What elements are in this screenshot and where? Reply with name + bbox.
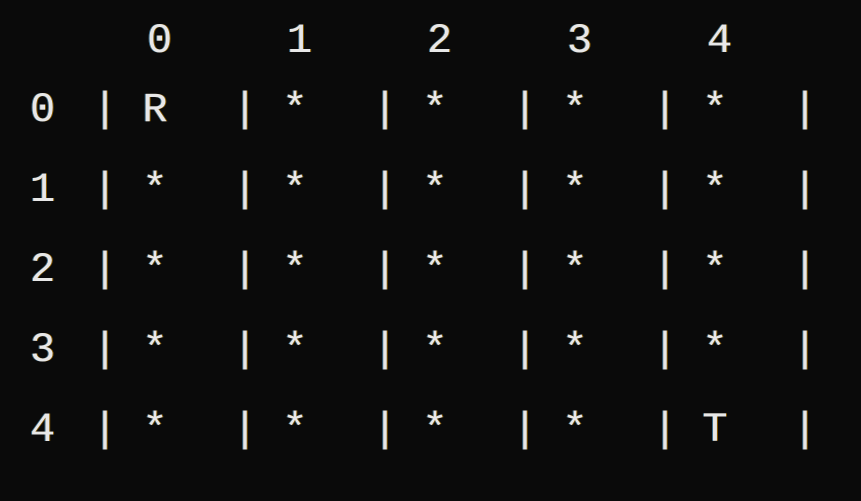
row-label-0: 0 xyxy=(30,89,85,131)
pipe-icon: | xyxy=(505,409,545,451)
pipe-icon: | xyxy=(365,89,405,131)
cell-2-4: * xyxy=(685,249,745,291)
cell-group: | * xyxy=(85,230,225,310)
pipe-icon: | xyxy=(365,409,405,451)
cell-group: | * xyxy=(505,70,645,150)
grid-row-0: 0 | R | * | * | * | * | xyxy=(30,70,831,150)
cell-group: | T xyxy=(645,390,785,470)
pipe-icon: | xyxy=(645,89,685,131)
cell-2-0: * xyxy=(125,249,185,291)
pipe-icon: | xyxy=(505,169,545,211)
col-header-0: 0 xyxy=(85,20,225,62)
pipe-icon: | xyxy=(85,89,125,131)
pipe-icon: | xyxy=(85,249,125,291)
header-spacer xyxy=(30,20,85,62)
cell-group: | * xyxy=(365,150,505,230)
pipe-icon: | xyxy=(645,169,685,211)
col-header-3: 3 xyxy=(505,20,645,62)
cell-group: | * xyxy=(505,310,645,390)
cell-group: | * xyxy=(225,230,365,310)
pipe-icon: | xyxy=(225,89,265,131)
cell-1-4: * xyxy=(685,169,745,211)
cell-0-4: * xyxy=(685,89,745,131)
pipe-icon: | xyxy=(365,249,405,291)
pipe-icon: | xyxy=(225,409,265,451)
pipe-icon: | xyxy=(225,249,265,291)
cell-group: | * xyxy=(645,230,785,310)
cell-group: | * xyxy=(85,150,225,230)
grid-row-1: 1 | * | * | * | * | * | xyxy=(30,150,831,230)
pipe-icon: | xyxy=(225,169,265,211)
grid-container: 0 1 2 3 4 0 | R | * | * | * | * | 1 | xyxy=(30,20,831,470)
cell-group: | * xyxy=(225,150,365,230)
pipe-icon: | xyxy=(785,329,825,371)
cell-4-3: * xyxy=(545,409,605,451)
cell-4-1: * xyxy=(265,409,325,451)
pipe-icon: | xyxy=(225,329,265,371)
pipe-icon: | xyxy=(505,89,545,131)
cell-group: | * xyxy=(645,70,785,150)
pipe-icon: | xyxy=(645,409,685,451)
cell-group: | * xyxy=(85,390,225,470)
cell-3-1: * xyxy=(265,329,325,371)
cell-group: | * xyxy=(85,310,225,390)
cell-3-0: * xyxy=(125,329,185,371)
cell-3-3: * xyxy=(545,329,605,371)
cell-0-2: * xyxy=(405,89,465,131)
cell-group: | * xyxy=(225,390,365,470)
cell-group: | * xyxy=(365,230,505,310)
cell-4-4: T xyxy=(685,409,745,451)
row-label-3: 3 xyxy=(30,329,85,371)
row-label-4: 4 xyxy=(30,409,85,451)
cell-group: | * xyxy=(505,230,645,310)
grid-header-row: 0 1 2 3 4 xyxy=(30,20,831,62)
cell-group: | * xyxy=(365,390,505,470)
cell-group: | * xyxy=(505,390,645,470)
pipe-icon: | xyxy=(85,409,125,451)
grid-row-4: 4 | * | * | * | * | T | xyxy=(30,390,831,470)
grid-row-3: 3 | * | * | * | * | * | xyxy=(30,310,831,390)
cell-group: | * xyxy=(645,310,785,390)
col-header-2: 2 xyxy=(365,20,505,62)
pipe-icon: | xyxy=(785,249,825,291)
cell-1-2: * xyxy=(405,169,465,211)
row-label-2: 2 xyxy=(30,249,85,291)
cell-0-3: * xyxy=(545,89,605,131)
cell-group: | * xyxy=(365,70,505,150)
cell-2-3: * xyxy=(545,249,605,291)
cell-1-0: * xyxy=(125,169,185,211)
cell-1-1: * xyxy=(265,169,325,211)
pipe-icon: | xyxy=(645,329,685,371)
pipe-icon: | xyxy=(505,249,545,291)
pipe-icon: | xyxy=(365,329,405,371)
col-header-4: 4 xyxy=(645,20,785,62)
cell-2-2: * xyxy=(405,249,465,291)
grid-row-2: 2 | * | * | * | * | * | xyxy=(30,230,831,310)
cell-3-4: * xyxy=(685,329,745,371)
cell-group: | * xyxy=(225,310,365,390)
pipe-icon: | xyxy=(785,409,825,451)
cell-4-2: * xyxy=(405,409,465,451)
pipe-icon: | xyxy=(785,169,825,211)
cell-group: | * xyxy=(225,70,365,150)
col-header-1: 1 xyxy=(225,20,365,62)
cell-group: | * xyxy=(505,150,645,230)
pipe-icon: | xyxy=(785,89,825,131)
cell-4-0: * xyxy=(125,409,185,451)
pipe-icon: | xyxy=(505,329,545,371)
pipe-icon: | xyxy=(85,169,125,211)
row-label-1: 1 xyxy=(30,169,85,211)
cell-2-1: * xyxy=(265,249,325,291)
cell-0-0: R xyxy=(125,89,185,131)
pipe-icon: | xyxy=(645,249,685,291)
cell-1-3: * xyxy=(545,169,605,211)
cell-3-2: * xyxy=(405,329,465,371)
cell-group: | * xyxy=(645,150,785,230)
pipe-icon: | xyxy=(85,329,125,371)
pipe-icon: | xyxy=(365,169,405,211)
cell-group: | * xyxy=(365,310,505,390)
cell-0-1: * xyxy=(265,89,325,131)
cell-group: | R xyxy=(85,70,225,150)
